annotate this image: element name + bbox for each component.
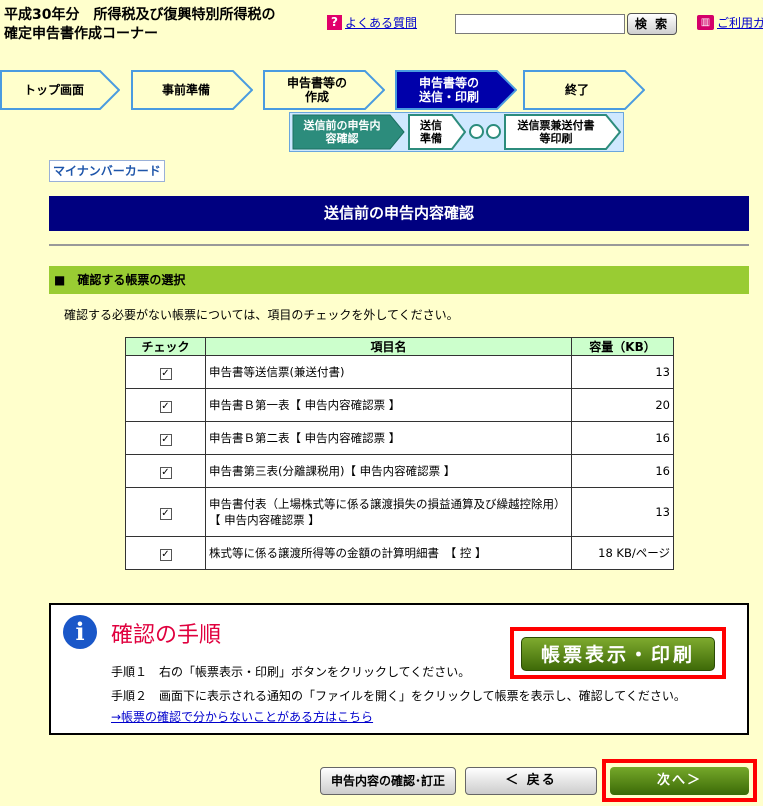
next-button[interactable]: 次へ＞	[610, 767, 749, 795]
mynumber-card-label: マイナンバーカード	[49, 160, 165, 182]
info-icon: i	[63, 615, 97, 649]
item-name: 申告書Ｂ第一表【 申告内容確認票 】	[205, 388, 572, 422]
table-row: ✓ 申告書第三表(分離課税用)【 申告内容確認票 】 16	[125, 454, 674, 488]
question-icon: ?	[327, 15, 342, 30]
step-label: 申告書等の 作成	[286, 76, 347, 104]
check-cell: ✓	[125, 487, 206, 537]
faq-link[interactable]: よくある質問	[345, 14, 417, 31]
item-size: 16	[571, 421, 674, 455]
check-cell: ✓	[125, 388, 206, 422]
instruction-text: 確認する必要がない帳票については、項目のチェックを外してください。	[64, 308, 459, 322]
step-finish: 終了	[523, 70, 645, 110]
search-input[interactable]	[455, 14, 625, 34]
heading-line-1: 平成30年分 所得税及び復興特別所得税の	[4, 7, 276, 23]
check-cell: ✓	[125, 454, 206, 488]
sub-steps: 送信前の申告内 容確認 送信 準備 送信票兼送付書 等印刷	[289, 112, 624, 152]
table-header-row: チェック 項目名 容量（KB）	[125, 337, 674, 356]
table-row: ✓ 申告書Ｂ第二表【 申告内容確認票 】 16	[125, 421, 674, 455]
row-checkbox[interactable]: ✓	[159, 466, 172, 479]
item-size: 13	[571, 355, 674, 389]
divider	[49, 244, 749, 246]
item-name: 申告書第三表(分離課税用)【 申告内容確認票 】	[205, 454, 572, 488]
item-size: 16	[571, 454, 674, 488]
step-create: 申告書等の 作成	[263, 70, 385, 110]
row-checkbox[interactable]: ✓	[159, 400, 172, 413]
next-button-highlight: 次へ＞	[602, 759, 757, 802]
item-size: 20	[571, 388, 674, 422]
table-row: ✓ 申告書Ｂ第一表【 申告内容確認票 】 20	[125, 388, 674, 422]
dot-icon	[486, 124, 501, 139]
dot-icon	[469, 124, 484, 139]
page-title: 送信前の申告内容確認	[49, 196, 749, 231]
section-header: ■ 確認する帳票の選択	[49, 266, 749, 294]
heading-line-2: 確定申告書作成コーナー	[4, 26, 158, 42]
table-row: ✓ 株式等に係る譲渡所得等の金額の計算明細書 【 控 】 18 KB/ページ	[125, 536, 674, 570]
step-label: 終了	[564, 83, 589, 97]
search-button[interactable]: 検 索	[627, 13, 677, 35]
procedure-box: i 確認の手順 手順１ 右の「帳票表示・印刷」ボタンをクリックしてください。 手…	[49, 603, 749, 735]
table-row: ✓ 申告書付表（上場株式等に係る譲渡損失の損益通算及び繰越控除用） 【 申告内容…	[125, 487, 674, 537]
progress-steps: トップ画面 事前準備 申告書等の 作成 申告書等の 送信・印刷 終了	[0, 70, 763, 110]
step-label: 事前準備	[161, 83, 210, 97]
step-top: トップ画面	[0, 70, 120, 110]
page-heading: 平成30年分 所得税及び復興特別所得税の 確定申告書作成コーナー	[4, 6, 275, 44]
col-check: チェック	[125, 337, 206, 356]
substep-ellipsis	[469, 124, 501, 139]
item-name: 株式等に係る譲渡所得等の金額の計算明細書 【 控 】	[205, 536, 572, 570]
print-button-highlight: 帳票表示・印刷	[510, 627, 726, 679]
procedure-title: 確認の手順	[111, 623, 222, 648]
item-name: 申告書等送信票(兼送付書)	[205, 355, 572, 389]
col-size: 容量（KB）	[571, 337, 674, 356]
header: 平成30年分 所得税及び復興特別所得税の 確定申告書作成コーナー ? よくある質…	[0, 0, 763, 50]
procedure-step-2: 手順２ 画面下に表示される通知の「ファイルを開く」をクリックして帳票を表示し、確…	[111, 689, 686, 703]
substep-prepare: 送信 準備	[408, 112, 466, 152]
substep-label: 送信票兼送付書 等印刷	[517, 119, 595, 145]
guide-link[interactable]: ご利用ガ	[717, 14, 763, 31]
item-name: 申告書Ｂ第二表【 申告内容確認票 】	[205, 421, 572, 455]
procedure-step-1: 手順１ 右の「帳票表示・印刷」ボタンをクリックしてください。	[111, 665, 471, 679]
check-cell: ✓	[125, 536, 206, 570]
print-view-button[interactable]: 帳票表示・印刷	[521, 637, 715, 671]
book-icon: ▥	[697, 15, 714, 30]
table-row: ✓ 申告書等送信票(兼送付書) 13	[125, 355, 674, 389]
item-size: 13	[571, 487, 674, 537]
item-size: 18 KB/ページ	[571, 536, 674, 570]
check-cell: ✓	[125, 355, 206, 389]
substep-label: 送信 準備	[420, 119, 442, 145]
row-checkbox[interactable]: ✓	[159, 367, 172, 380]
row-checkbox[interactable]: ✓	[159, 548, 172, 561]
guide-link-group[interactable]: ▥ ご利用ガ	[697, 14, 763, 31]
check-cell: ✓	[125, 421, 206, 455]
step-preparation: 事前準備	[131, 70, 253, 110]
step-label: トップ画面	[23, 83, 84, 97]
forms-table: チェック 項目名 容量（KB） ✓ 申告書等送信票(兼送付書) 13 ✓ 申告書…	[125, 337, 674, 570]
step-label: 申告書等の 送信・印刷	[418, 76, 479, 104]
help-link[interactable]: →帳票の確認で分からないことがある方はこちら	[111, 708, 373, 725]
item-name: 申告書付表（上場株式等に係る譲渡損失の損益通算及び繰越控除用） 【 申告内容確認…	[205, 487, 572, 537]
row-checkbox[interactable]: ✓	[159, 433, 172, 446]
back-button[interactable]: ＜ 戻る	[465, 767, 597, 795]
faq-link-group[interactable]: ? よくある質問	[327, 14, 417, 31]
review-correct-button[interactable]: 申告内容の確認･訂正	[320, 767, 456, 795]
substep-print-slip: 送信票兼送付書 等印刷	[504, 112, 621, 152]
substep-label: 送信前の申告内 容確認	[303, 119, 381, 145]
substep-review: 送信前の申告内 容確認	[292, 112, 405, 152]
col-item-name: 項目名	[205, 337, 572, 356]
step-send-print: 申告書等の 送信・印刷	[395, 70, 517, 110]
row-checkbox[interactable]: ✓	[159, 507, 172, 520]
